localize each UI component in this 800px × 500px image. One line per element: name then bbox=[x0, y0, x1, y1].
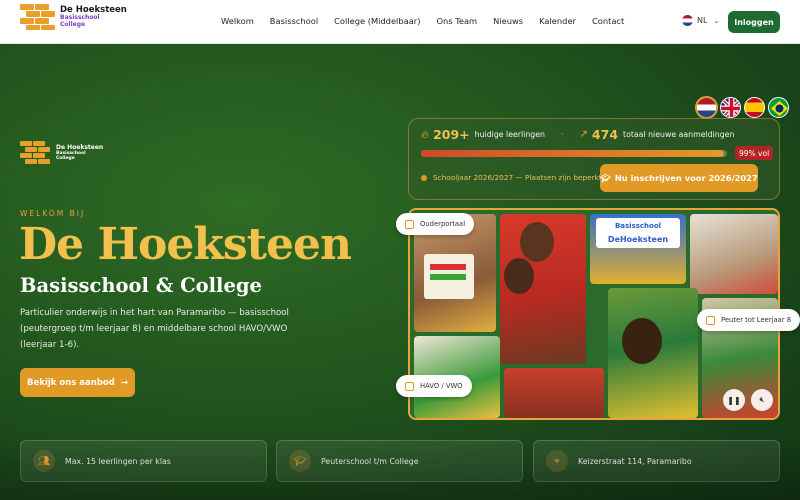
graduation-cap-icon: 🎓︎ bbox=[289, 450, 311, 472]
sign-line-1: Basisschool bbox=[614, 222, 662, 230]
new-registrations-count: 474 bbox=[591, 127, 619, 142]
main-menu: Welkom Basisschool College (Middelbaar) … bbox=[221, 16, 640, 26]
trending-up-icon: ↗ bbox=[579, 129, 588, 140]
login-button[interactable]: Inloggen bbox=[728, 11, 780, 33]
levels-text: Peuterschool t/m College bbox=[321, 456, 419, 466]
nav-ons-team[interactable]: Ons Team bbox=[436, 16, 477, 26]
status-dot-icon bbox=[421, 174, 427, 181]
pause-button[interactable]: ❚❚ bbox=[723, 389, 745, 411]
logo-title: De Hoeksteen bbox=[60, 4, 127, 15]
star-icon bbox=[706, 315, 715, 325]
photo-young-students bbox=[608, 288, 698, 418]
new-registrations-label: totaal nieuwe aanmeldingen bbox=[623, 130, 735, 139]
photo-school-sign: Basisschool DeHoeksteen bbox=[590, 214, 686, 284]
language-flags bbox=[696, 97, 792, 118]
hero-school-logo: De Hoeksteen Basisschool College bbox=[20, 141, 103, 165]
spain-flag-icon[interactable] bbox=[744, 97, 765, 118]
current-students-count: 209+ bbox=[433, 127, 470, 142]
havo-vwo-tag[interactable]: HAVO / VWO bbox=[396, 375, 472, 397]
parent-portal-label: Ouderportaal bbox=[420, 220, 466, 228]
star-icon bbox=[405, 219, 414, 229]
hero-subtitle: Basisschool & College bbox=[20, 274, 262, 297]
info-card-levels: 🎓︎ Peuterschool t/m College bbox=[276, 440, 523, 482]
bricks-logo-icon bbox=[20, 4, 56, 30]
class-size-text: Max. 15 leerlingen per klas bbox=[65, 456, 171, 466]
language-selector[interactable]: NL ⌄ bbox=[682, 15, 719, 26]
top-navigation: De Hoeksteen Basisschool College Welkom … bbox=[0, 0, 800, 44]
hero-logo-sub2: College bbox=[56, 156, 75, 161]
current-students-label: huidige leerlingen bbox=[474, 130, 545, 139]
site-logo[interactable]: De Hoeksteen Basisschool College bbox=[20, 4, 127, 30]
welcome-eyebrow: WELKOM BIJ bbox=[20, 209, 86, 218]
photo-classroom bbox=[690, 214, 778, 294]
capacity-progress-bar bbox=[421, 150, 727, 157]
netherlands-flag-icon bbox=[682, 15, 693, 26]
nav-college[interactable]: College (Middelbaar) bbox=[334, 16, 420, 26]
peuter-tag[interactable]: Peuter tot Leerjaar 8 bbox=[697, 309, 800, 331]
view-offer-button[interactable]: Bekijk ons aanbod → bbox=[20, 368, 135, 397]
bricks-logo-icon bbox=[20, 141, 52, 165]
sign-line-2: DeHoeksteen bbox=[607, 235, 669, 244]
logo-subtitle-college: College bbox=[60, 21, 86, 29]
enroll-button[interactable]: 🎓︎ Nu inschrijven voor 2026/2027 bbox=[600, 164, 758, 192]
parent-portal-tag[interactable]: Ouderportaal bbox=[396, 213, 475, 235]
capacity-badge: 99% vol bbox=[735, 146, 774, 160]
users-icon: 👥︎ bbox=[33, 450, 55, 472]
mute-button[interactable]: 🔇︎ bbox=[751, 389, 773, 411]
address-text: Keizerstraat 114, Paramaribo bbox=[578, 456, 692, 466]
nav-nieuws[interactable]: Nieuws bbox=[493, 16, 523, 26]
chevron-down-icon: ⌄ bbox=[713, 16, 720, 25]
enrollment-stats-panel: 🔥︎ 209+ huidige leerlingen · ↗ 474 totaa… bbox=[408, 118, 780, 200]
brazil-flag-icon[interactable] bbox=[768, 97, 789, 118]
school-year-text: Schooljaar 2026/2027 — Plaatsen zijn bep… bbox=[433, 173, 605, 182]
havo-vwo-label: HAVO / VWO bbox=[420, 382, 463, 390]
info-card-address: ⌖ Keizerstraat 114, Paramaribo bbox=[533, 440, 780, 482]
mute-icon: 🔇︎ bbox=[759, 395, 765, 404]
photo-class-group bbox=[504, 368, 604, 418]
netherlands-flag-icon[interactable] bbox=[696, 97, 717, 118]
hero-description: Particulier onderwijs in het hart van Pa… bbox=[20, 308, 289, 350]
info-card-class-size: 👥︎ Max. 15 leerlingen per klas bbox=[20, 440, 267, 482]
photo-students-smiling bbox=[500, 214, 586, 364]
arrow-right-icon: → bbox=[120, 377, 128, 388]
nav-basisschool[interactable]: Basisschool bbox=[270, 16, 318, 26]
peuter-label: Peuter tot Leerjaar 8 bbox=[721, 316, 792, 324]
uk-flag-icon[interactable] bbox=[720, 97, 741, 118]
school-year-notice: Schooljaar 2026/2027 — Plaatsen zijn bep… bbox=[421, 173, 605, 182]
hero-title: De Hoeksteen bbox=[19, 219, 352, 270]
capacity-progress-fill bbox=[421, 150, 724, 157]
nav-kalender[interactable]: Kalender bbox=[539, 16, 576, 26]
fire-icon: 🔥︎ bbox=[421, 127, 430, 141]
stat-separator: · bbox=[560, 130, 564, 139]
nav-welkom[interactable]: Welkom bbox=[221, 16, 254, 26]
hero-section: De Hoeksteen Basisschool College WELKOM … bbox=[0, 44, 800, 500]
view-offer-label: Bekijk ons aanbod bbox=[27, 377, 115, 388]
language-code: NL bbox=[697, 16, 708, 25]
graduation-cap-icon bbox=[405, 381, 414, 391]
nav-contact[interactable]: Contact bbox=[592, 16, 624, 26]
cap-icon: 🎓︎ bbox=[600, 172, 611, 183]
hero-logo-title: De Hoeksteen bbox=[56, 143, 104, 151]
map-pin-icon: ⌖ bbox=[546, 450, 568, 472]
enroll-label: Nu inschrijven voor 2026/2027 bbox=[614, 173, 758, 183]
pause-icon: ❚❚ bbox=[727, 395, 741, 405]
